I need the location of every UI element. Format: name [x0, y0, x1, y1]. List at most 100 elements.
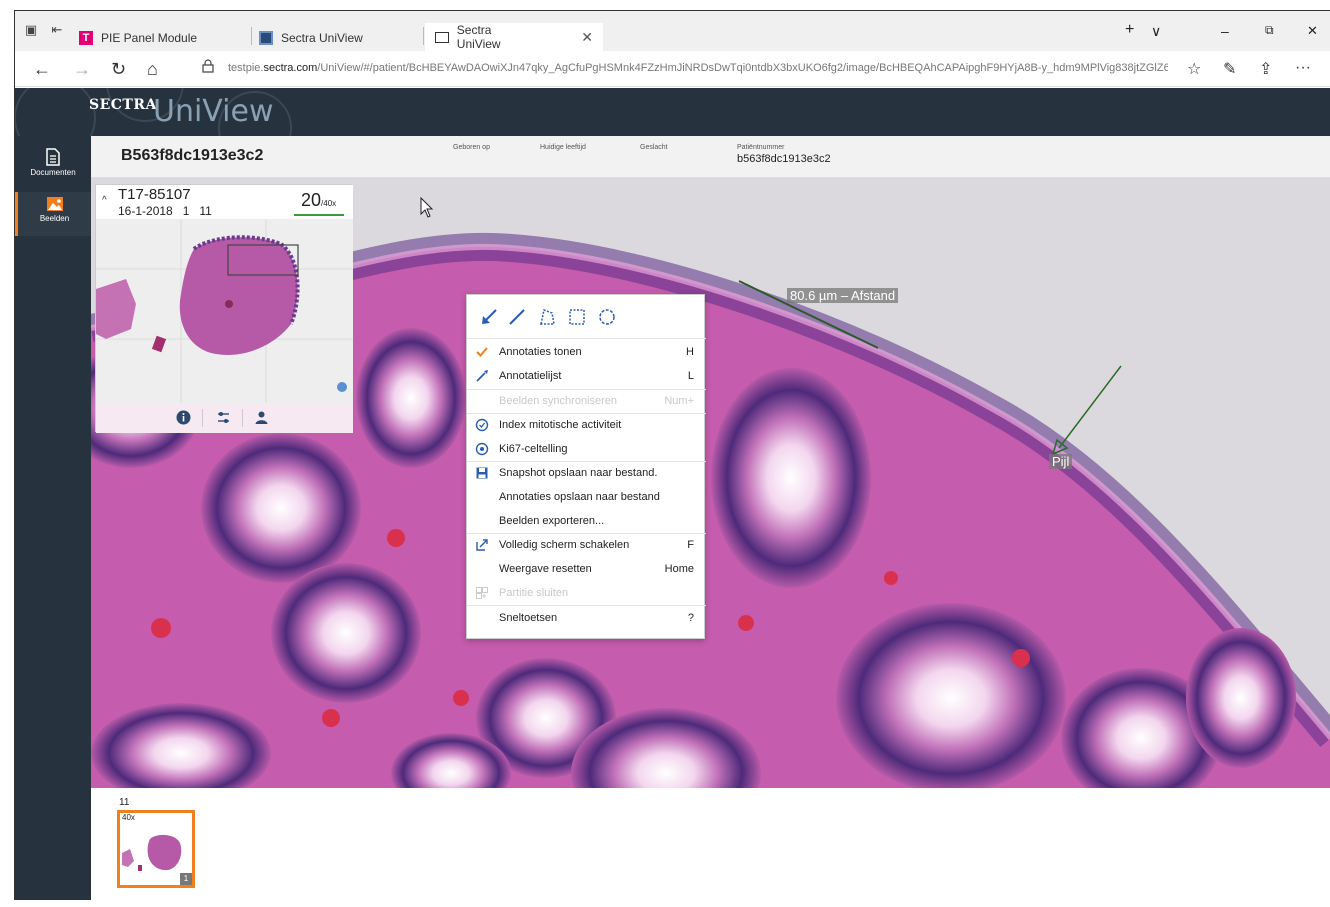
more-icon[interactable]: ···	[1295, 59, 1311, 77]
address-bar: ← → ↻ ⌂ testpie.sectra.com/UniView/#/pat…	[15, 51, 1330, 87]
sidebar: Documenten Beelden	[15, 136, 91, 900]
tab-divider	[423, 27, 424, 45]
menu-item-shortcut: Num+	[664, 395, 694, 407]
tab-bar: ▣ ⇤ T PIE Panel Module Sectra UniView Se…	[15, 11, 1330, 51]
menu-item-annotaties-tonen[interactable]: Annotaties tonen H	[467, 340, 706, 364]
document-icon	[46, 148, 60, 166]
line-tool-icon[interactable]	[507, 307, 527, 327]
birthdate-label: Geboren op	[453, 144, 490, 151]
tab-list-chevron-icon[interactable]: ∨	[1151, 23, 1161, 40]
url-path: /UniView/#/patient/BcHBEYAwDAOwiXJn47qky…	[317, 62, 1168, 74]
app-header: SECTRA UniView	[15, 88, 1330, 136]
polygon-tool-icon[interactable]	[537, 307, 557, 327]
circle-tool-icon[interactable]	[597, 307, 617, 327]
tab-label: Sectra UniView	[281, 31, 363, 45]
menu-item-index-mitotische-activiteit[interactable]: Index mitotische activiteit	[467, 413, 706, 437]
menu-item-label: Sneltoetsen	[499, 612, 558, 624]
menu-item-label: Annotaties opslaan naar bestand	[499, 491, 660, 503]
menu-item-annotaties-opslaan[interactable]: Annotaties opslaan naar bestand	[467, 485, 706, 509]
patient-name: B563f8dc1913e3c2	[121, 147, 264, 164]
refresh-button[interactable]: ↻	[111, 59, 126, 80]
set-aside-tabs-icon[interactable]: ⇤	[49, 23, 65, 37]
menu-item-shortcut: L	[687, 370, 694, 382]
age-label: Huidige leeftijd	[540, 144, 586, 151]
minimize-button[interactable]: –	[1221, 23, 1229, 39]
slide-thumbnail[interactable]: 40x 1	[117, 810, 195, 888]
slide-navigator[interactable]: ^ T17-85107 16-1-2018 1 11 20/40x	[95, 184, 353, 433]
menu-item-partitie-sluiten[interactable]: Partitie sluiten	[467, 581, 706, 605]
gender-label: Geslacht	[640, 144, 668, 151]
tab-pie-panel[interactable]: T PIE Panel Module	[79, 25, 197, 51]
menu-item-shortcut: H	[686, 346, 694, 358]
sidebar-item-documenten[interactable]: Documenten	[15, 144, 91, 188]
url-field[interactable]: testpie.sectra.com/UniView/#/patient/BcH…	[228, 62, 1168, 74]
distance-annotation-label[interactable]: 80.6 µm – Afstand	[787, 288, 899, 303]
zoom-level[interactable]: 20/40x	[301, 190, 336, 211]
ki67-icon	[475, 442, 489, 456]
rectangle-tool-icon[interactable]	[567, 307, 587, 327]
menu-item-shortcut: ?	[687, 612, 694, 624]
back-button[interactable]: ←	[33, 59, 51, 80]
url-prefix: testpie.	[228, 62, 264, 74]
favorites-icon[interactable]: ☆	[1187, 59, 1201, 79]
overview-image	[96, 219, 353, 403]
patient-bar: B563f8dc1913e3c2 Geboren op Huidige leef…	[91, 136, 1330, 178]
info-icon[interactable]	[176, 410, 191, 425]
tab-label: PIE Panel Module	[101, 31, 198, 45]
menu-item-label: Annotaties tonen	[499, 346, 582, 358]
navigator-header: ^ T17-85107 16-1-2018 1 11 20/40x	[96, 185, 353, 219]
url-host: sectra.com	[263, 62, 318, 74]
case-date: 16-1-2018 1 11	[118, 204, 212, 218]
menu-item-label: Annotatielijst	[499, 370, 562, 382]
notes-icon[interactable]: ✎	[1223, 59, 1236, 79]
adjust-icon[interactable]	[216, 410, 231, 425]
sidebar-item-beelden[interactable]: Beelden	[15, 192, 91, 236]
menu-item-ki67-celtelling[interactable]: Ki67-celtelling	[467, 437, 706, 461]
person-icon[interactable]	[254, 410, 269, 425]
forward-button[interactable]: →	[73, 59, 91, 80]
close-window-button[interactable]: ✕	[1307, 23, 1318, 39]
uniview-app: SECTRA UniView Documenten Beelden B563f8…	[15, 88, 1330, 900]
main-content: B563f8dc1913e3c2 Geboren op Huidige leef…	[91, 136, 1330, 900]
window-favicon-icon	[435, 31, 449, 43]
annotation-list-icon	[476, 370, 488, 382]
thumbnail-strip: 11 40x 1	[91, 788, 1330, 900]
footer-divider	[242, 409, 243, 427]
tab-sectra-uniview-1[interactable]: Sectra UniView	[259, 25, 363, 51]
menu-item-snapshot-opslaan[interactable]: Snapshot opslaan naar bestand.	[467, 461, 706, 485]
menu-item-label: Partitie sluiten	[499, 587, 569, 599]
menu-item-beelden-synchroniseren[interactable]: Beelden synchroniseren Num+	[467, 389, 706, 413]
new-tab-button[interactable]: +	[1125, 21, 1134, 39]
navigator-overview[interactable]	[96, 219, 353, 403]
menu-item-annotatielijst[interactable]: Annotatielijst L	[467, 364, 706, 388]
collapse-chevron-icon[interactable]: ^	[102, 195, 107, 206]
menu-item-volledig-scherm[interactable]: Volledig scherm schakelen F	[467, 533, 706, 557]
restore-button[interactable]: ⧉	[1265, 23, 1274, 38]
menu-item-beelden-exporteren[interactable]: Beelden exporteren...	[467, 509, 706, 533]
tab-sectra-uniview-active[interactable]: Sectra UniView ✕	[425, 23, 603, 51]
tab-preview-icon[interactable]: ▣	[23, 23, 39, 37]
zoom-max: /40x	[321, 199, 337, 208]
case-id: T17-85107	[118, 186, 191, 203]
menu-item-shortcut: F	[687, 539, 694, 551]
check-icon	[476, 347, 488, 357]
telekom-favicon-icon: T	[79, 31, 93, 45]
menu-item-sneltoetsen[interactable]: Sneltoetsen ?	[467, 606, 706, 630]
menu-item-label: Ki67-celtelling	[499, 443, 568, 455]
menu-item-label: Beelden synchroniseren	[499, 395, 618, 407]
menu-item-weergave-resetten[interactable]: Weergave resetten Home	[467, 557, 706, 581]
menu-item-shortcut: Home	[664, 563, 694, 575]
menu-item-label: Snapshot opslaan naar bestand.	[499, 467, 658, 479]
sidebar-item-label: Documenten	[30, 168, 76, 177]
thumbnail-count-badge: 1	[180, 873, 192, 885]
sectra-logo: SECTRA	[89, 97, 157, 113]
home-button[interactable]: ⌂	[147, 59, 158, 80]
arrow-annotation-label[interactable]: Pijl	[1049, 454, 1073, 469]
arrow-tool-icon[interactable]	[479, 307, 499, 327]
close-tab-icon[interactable]: ✕	[581, 29, 593, 46]
share-icon[interactable]: ⇪	[1259, 59, 1272, 79]
annotation-tools	[467, 295, 706, 339]
tab-label: Sectra UniView	[456, 23, 501, 51]
slide-viewer[interactable]: 80.6 µm – Afstand Pijl ^ T17-85107 16-1-…	[91, 178, 1330, 788]
lock-icon[interactable]	[202, 59, 214, 73]
